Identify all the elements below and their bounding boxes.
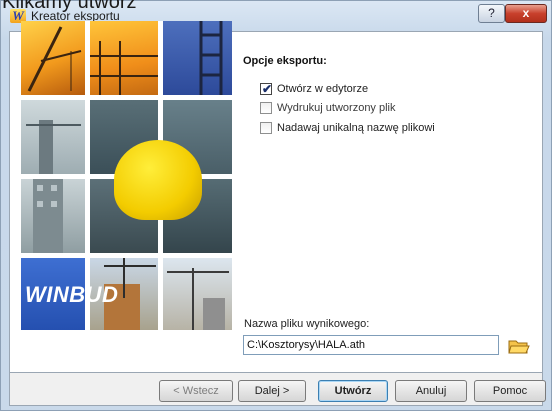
output-filename-input[interactable] bbox=[243, 335, 499, 355]
image-tile bbox=[163, 258, 232, 330]
image-tile bbox=[21, 179, 85, 253]
cancel-button[interactable]: Anuluj bbox=[395, 380, 467, 402]
next-button[interactable]: Dalej > bbox=[238, 380, 306, 402]
open-folder-icon[interactable] bbox=[508, 336, 530, 356]
image-tile bbox=[163, 21, 232, 95]
open-in-editor-label: Otwórz w edytorze bbox=[277, 83, 369, 95]
close-button[interactable]: x bbox=[505, 4, 547, 23]
wizard-image-panel: WINBUD bbox=[21, 21, 232, 330]
help-button[interactable]: Pomoc bbox=[474, 380, 546, 402]
winbud-logo: WINBUD bbox=[25, 282, 119, 307]
dialog-window: W Kreator eksportu ? x WINBUD Opcje eksp… bbox=[0, 0, 552, 411]
building-icon bbox=[33, 179, 63, 253]
options-heading: Opcje eksportu: bbox=[243, 55, 327, 67]
crane-icon bbox=[27, 26, 82, 92]
checkbox-box[interactable]: ✔ bbox=[260, 82, 273, 96]
ladder-icon bbox=[199, 21, 223, 95]
back-button[interactable]: < Wstecz bbox=[159, 380, 233, 402]
caption-text: Klikamy utwórz bbox=[2, 0, 137, 13]
scaffold-icon bbox=[90, 41, 158, 95]
help-title-button[interactable]: ? bbox=[478, 4, 505, 23]
checkbox-box[interactable] bbox=[260, 102, 272, 114]
unique-name-label: Nadawaj unikalną nazwę plikowi bbox=[277, 122, 435, 134]
output-filename-label: Nazwa pliku wynikowego: bbox=[244, 318, 370, 330]
image-tile bbox=[21, 100, 85, 174]
tower-crane-icon bbox=[26, 120, 81, 174]
hard-hat-image bbox=[114, 140, 202, 220]
checkmark-icon: ✔ bbox=[262, 82, 273, 96]
print-file-label: Wydrukuj utworzony plik bbox=[277, 102, 396, 114]
create-button[interactable]: Utwórz bbox=[318, 380, 388, 402]
image-tile bbox=[90, 21, 158, 95]
crane-tower-icon bbox=[167, 268, 229, 330]
image-tile bbox=[21, 21, 85, 95]
checkbox-box[interactable] bbox=[260, 122, 272, 134]
